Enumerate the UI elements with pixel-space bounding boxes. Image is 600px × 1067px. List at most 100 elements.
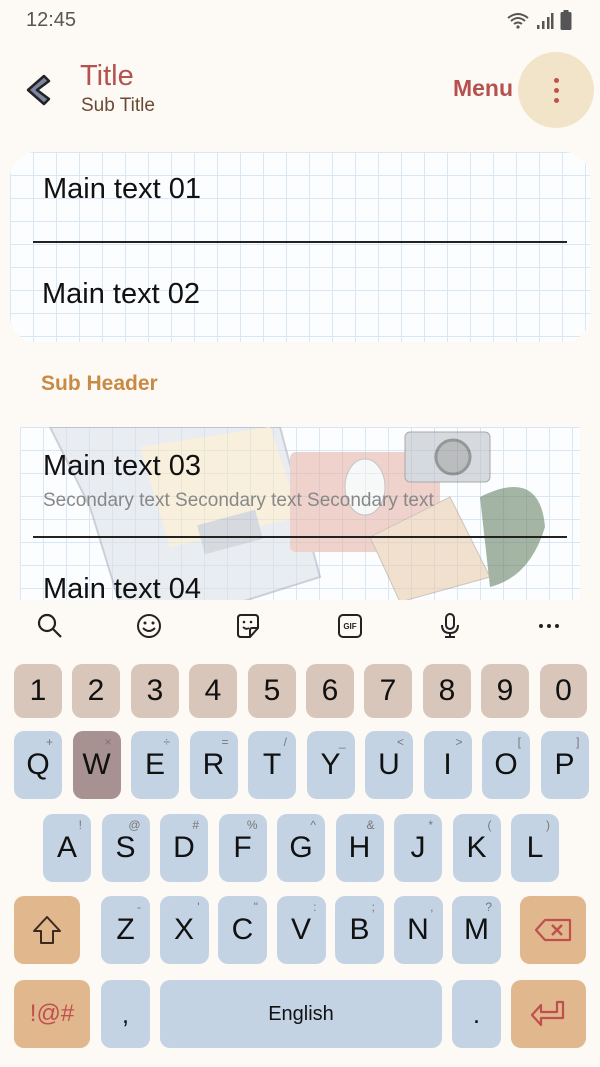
key-4[interactable]: 4: [189, 664, 237, 718]
key-9[interactable]: 9: [481, 664, 529, 718]
key-l[interactable]: ) L: [511, 814, 559, 882]
key-g[interactable]: ^ G: [277, 814, 325, 882]
more-options-button[interactable]: [518, 52, 594, 128]
signal-icon: [537, 13, 554, 29]
key-x[interactable]: ' X: [159, 896, 209, 964]
key-hint: ;: [371, 900, 375, 914]
key-d[interactable]: # D: [160, 814, 208, 882]
space-key[interactable]: English: [160, 980, 442, 1048]
divider: [33, 241, 567, 243]
key-hint: >: [455, 735, 463, 749]
key-t[interactable]: / T: [248, 731, 296, 799]
key-hint: <: [396, 735, 404, 749]
comma-key[interactable]: ,: [101, 980, 150, 1048]
key-hint: ': [197, 900, 200, 914]
more-horizontal-icon[interactable]: [533, 610, 565, 642]
key-8[interactable]: 8: [423, 664, 471, 718]
list-item[interactable]: Main text 02: [42, 278, 200, 311]
key-label: Y: [320, 748, 341, 781]
key-hint: [: [517, 735, 521, 749]
key-y[interactable]: _ Y: [306, 731, 355, 799]
status-icons: [506, 10, 572, 30]
key-label: N: [407, 913, 429, 946]
key-hint: &: [366, 818, 375, 832]
symbols-key[interactable]: !@#: [14, 980, 90, 1048]
key-p[interactable]: ] P: [540, 731, 589, 799]
key-3[interactable]: 3: [131, 664, 179, 718]
key-label: J: [410, 831, 426, 864]
key-label: O: [494, 748, 518, 781]
key-w[interactable]: × W: [72, 731, 121, 799]
shift-icon: [33, 916, 61, 944]
key-hint: ]: [576, 735, 580, 749]
mic-icon[interactable]: [434, 610, 466, 642]
key-f[interactable]: % F: [218, 814, 267, 882]
list-item[interactable]: Main text 01: [43, 173, 201, 206]
backspace-key[interactable]: [520, 896, 586, 964]
key-1[interactable]: 1: [14, 664, 62, 718]
enter-icon: [530, 1000, 564, 1027]
status-time: 12:45: [26, 9, 77, 31]
key-m[interactable]: ? M: [452, 896, 501, 964]
key-hint: -: [137, 900, 141, 914]
menu-button[interactable]: Menu: [453, 75, 513, 102]
list-item[interactable]: Main text 03: [43, 450, 201, 483]
key-label: B: [349, 913, 370, 946]
key-hint: @: [128, 818, 141, 832]
key-e[interactable]: ÷ E: [131, 731, 179, 799]
emoji-icon[interactable]: [133, 610, 165, 642]
key-k[interactable]: (K: [452, 814, 501, 882]
key-hint: %: [246, 818, 258, 832]
keyboard-toolbar: GIF: [0, 600, 600, 652]
keyboard: GIF 1 2 3 4 5 6 7 8 9 0 !@# , English . …: [0, 600, 600, 1067]
wifi-icon: [507, 13, 529, 29]
key-c[interactable]: " C: [218, 896, 267, 964]
app-bar: Title Sub Title Menu: [0, 50, 600, 140]
key-o[interactable]: [O: [482, 731, 530, 799]
key-label: U: [378, 748, 400, 781]
key-6[interactable]: 6: [306, 664, 354, 718]
key-label: K: [466, 831, 487, 864]
key-label: R: [202, 748, 225, 781]
key-z[interactable]: -Z: [101, 896, 150, 964]
key-hint: =: [221, 735, 229, 749]
key-a[interactable]: ! A: [43, 814, 91, 882]
key-i[interactable]: > I: [423, 731, 472, 799]
battery-icon: [560, 10, 572, 30]
key-s[interactable]: @ S: [101, 814, 150, 882]
key-label: W: [82, 748, 111, 781]
key-hint: ÷: [163, 735, 170, 749]
back-button[interactable]: [22, 70, 54, 110]
period-key[interactable]: .: [452, 980, 501, 1048]
key-hint: _: [338, 735, 346, 749]
key-q[interactable]: + Q: [14, 731, 62, 799]
shift-key[interactable]: [14, 896, 80, 964]
key-5[interactable]: 5: [248, 664, 296, 718]
key-u[interactable]: < U: [365, 731, 413, 799]
key-h[interactable]: & H: [335, 814, 384, 882]
gif-icon[interactable]: GIF: [334, 610, 366, 642]
key-2[interactable]: 2: [72, 664, 120, 718]
key-hint: ×: [104, 735, 112, 749]
key-v[interactable]: :V: [276, 896, 326, 964]
key-label: M: [464, 913, 489, 946]
key-j[interactable]: * J: [394, 814, 442, 882]
more-vertical-icon: [553, 77, 559, 103]
key-hint: :: [313, 900, 317, 914]
key-label: F: [233, 831, 252, 864]
enter-key[interactable]: [511, 980, 586, 1048]
sticker-icon[interactable]: [232, 610, 264, 642]
key-label: A: [56, 831, 77, 864]
key-7[interactable]: 7: [364, 664, 412, 718]
search-icon[interactable]: [34, 610, 66, 642]
page-subtitle: Sub Title: [81, 95, 155, 116]
key-n[interactable]: ,N: [393, 896, 443, 964]
key-0[interactable]: 0: [540, 664, 587, 718]
sub-header: Sub Header: [41, 372, 158, 395]
key-label: E: [144, 748, 165, 781]
key-b[interactable]: ; B: [335, 896, 384, 964]
key-label: T: [262, 748, 282, 781]
key-r[interactable]: = R: [189, 731, 238, 799]
key-hint: ?: [485, 900, 492, 914]
status-bar: 12:45: [0, 0, 600, 42]
